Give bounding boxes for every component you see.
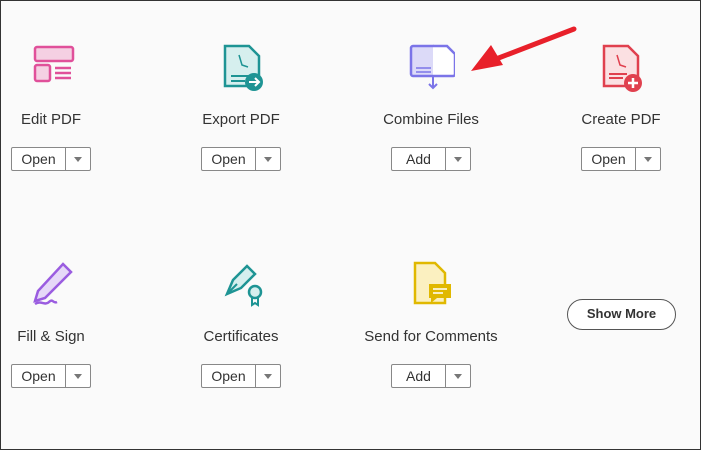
open-button-group: Open (11, 364, 91, 388)
tool-label: Create PDF (581, 111, 661, 128)
tool-label: Edit PDF (20, 111, 81, 128)
show-more-button[interactable]: Show More (567, 299, 676, 330)
tool-label: Certificates (203, 328, 279, 345)
dropdown-toggle[interactable] (446, 148, 470, 170)
add-button[interactable]: Add (392, 365, 446, 387)
dropdown-toggle[interactable] (66, 148, 90, 170)
tool-label: Combine Files (383, 111, 479, 128)
combine-files-icon[interactable] (407, 43, 455, 95)
tool-label: Send for Comments (364, 328, 498, 345)
create-pdf-icon[interactable] (597, 43, 645, 95)
certificates-icon[interactable] (217, 260, 265, 312)
export-pdf-icon[interactable] (217, 43, 265, 95)
dropdown-toggle[interactable] (256, 365, 280, 387)
open-button[interactable]: Open (12, 148, 66, 170)
dropdown-toggle[interactable] (256, 148, 280, 170)
open-button[interactable]: Open (582, 148, 636, 170)
open-button-group: Open (201, 147, 281, 171)
add-button-group: Add (391, 364, 471, 388)
dropdown-toggle[interactable] (66, 365, 90, 387)
dropdown-toggle[interactable] (446, 365, 470, 387)
open-button[interactable]: Open (12, 365, 66, 387)
fill-sign-icon[interactable] (27, 260, 75, 312)
add-button[interactable]: Add (392, 148, 446, 170)
tool-label: Fill & Sign (17, 328, 85, 345)
open-button[interactable]: Open (202, 365, 256, 387)
send-comments-icon[interactable] (407, 260, 455, 312)
open-button-group: Open (581, 147, 661, 171)
open-button[interactable]: Open (202, 148, 256, 170)
open-button-group: Open (11, 147, 91, 171)
dropdown-toggle[interactable] (636, 148, 660, 170)
edit-pdf-icon[interactable] (27, 43, 75, 95)
add-button-group: Add (391, 147, 471, 171)
open-button-group: Open (201, 364, 281, 388)
annotation-arrow-icon (471, 26, 577, 71)
tool-label: Export PDF (202, 111, 280, 128)
